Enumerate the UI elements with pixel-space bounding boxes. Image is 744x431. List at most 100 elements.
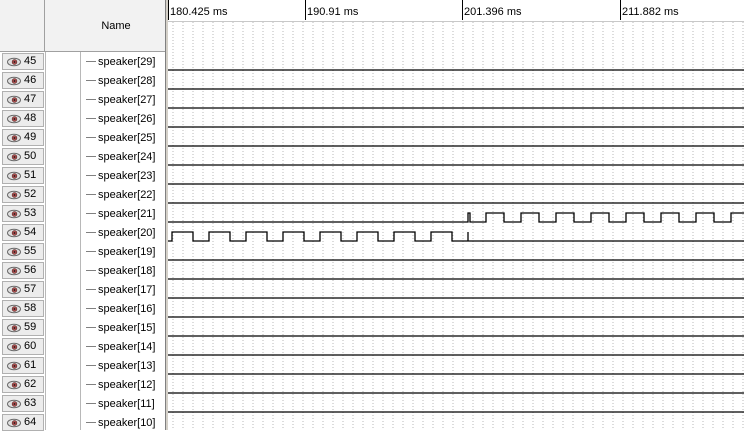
signal-name: speaker[12] — [98, 378, 156, 391]
signal-index-cell[interactable]: 55 — [2, 243, 44, 260]
eye-icon — [7, 133, 21, 142]
signal-index-cell[interactable]: 46 — [2, 72, 44, 89]
eye-icon — [7, 361, 21, 370]
signal-index: 62 — [24, 378, 37, 390]
signal-index-cell[interactable]: 56 — [2, 262, 44, 279]
signal-index-cell[interactable]: 51 — [2, 167, 44, 184]
tree-branch — [86, 384, 96, 385]
row-header-corner — [0, 0, 45, 52]
time-tick — [168, 0, 169, 20]
signal-index-cell[interactable]: 58 — [2, 300, 44, 317]
signal-name-row[interactable]: speaker[22] — [86, 186, 155, 203]
signal-name: speaker[15] — [98, 321, 156, 334]
signal-index-cell[interactable]: 54 — [2, 224, 44, 241]
eye-icon — [7, 76, 21, 85]
signal-name: speaker[16] — [98, 302, 156, 315]
signal-name-row[interactable]: speaker[21] — [86, 205, 155, 222]
timeline-ruler: 180.425 ms 190.91 ms 201.396 ms 211.882 ms — [168, 0, 744, 22]
eye-icon — [7, 304, 21, 313]
signal-name-row[interactable]: speaker[23] — [86, 167, 155, 184]
signal-name-row[interactable]: speaker[25] — [86, 129, 155, 146]
signal-name: speaker[17] — [98, 283, 156, 296]
signal-index-cell[interactable]: 52 — [2, 186, 44, 203]
signal-name-row[interactable]: speaker[11] — [86, 395, 155, 412]
time-tick — [305, 0, 306, 20]
signal-name-row[interactable]: speaker[24] — [86, 148, 155, 165]
signal-index-cell[interactable]: 49 — [2, 129, 44, 146]
eye-icon — [7, 190, 21, 199]
signal-name-row[interactable]: speaker[20] — [86, 224, 155, 241]
signal-index-cell[interactable]: 53 — [2, 205, 44, 222]
signal-index: 60 — [24, 340, 37, 352]
signal-name-row[interactable]: speaker[10] — [86, 414, 155, 431]
signal-name: speaker[24] — [98, 150, 156, 163]
signal-name-row[interactable]: speaker[13] — [86, 357, 155, 374]
signal-index-cell[interactable]: 47 — [2, 91, 44, 108]
tree-branch — [86, 156, 96, 157]
eye-icon — [7, 285, 21, 294]
signal-name: speaker[23] — [98, 169, 156, 182]
eye-icon — [7, 399, 21, 408]
signal-index-cell[interactable]: 50 — [2, 148, 44, 165]
signal-name: speaker[14] — [98, 340, 156, 353]
tree-branch — [86, 422, 96, 423]
tree-branch — [86, 346, 96, 347]
signal-index-cell[interactable]: 61 — [2, 357, 44, 374]
signal-name-row[interactable]: speaker[17] — [86, 281, 155, 298]
signal-name-row[interactable]: speaker[26] — [86, 110, 155, 127]
signal-index: 52 — [24, 188, 37, 200]
signal-name-row[interactable]: speaker[19] — [86, 243, 155, 260]
signal-name-row[interactable]: speaker[29] — [86, 53, 155, 70]
tree-branch — [86, 61, 96, 62]
eye-icon — [7, 57, 21, 66]
signal-name: speaker[28] — [98, 74, 156, 87]
eye-icon — [7, 171, 21, 180]
signal-index-cell[interactable]: 60 — [2, 338, 44, 355]
signal-index-cell[interactable]: 62 — [2, 376, 44, 393]
signal-name-row[interactable]: speaker[15] — [86, 319, 155, 336]
signal-index-cell[interactable]: 64 — [2, 414, 44, 431]
signal-list-panel: Name 45 speaker[29] 46 speaker[28] 47 speaker… — [0, 0, 165, 431]
signal-name-row[interactable]: speaker[18] — [86, 262, 155, 279]
eye-icon — [7, 418, 21, 427]
time-tick — [620, 0, 621, 20]
tree-branch — [86, 232, 96, 233]
tree-branch — [86, 175, 96, 176]
eye-icon — [7, 323, 21, 332]
tree-branch — [86, 251, 96, 252]
tree-branch — [86, 270, 96, 271]
eye-icon — [7, 342, 21, 351]
signal-name-row[interactable]: speaker[16] — [86, 300, 155, 317]
tree-branch — [86, 327, 96, 328]
tree-connector-line — [80, 52, 81, 430]
signal-index-cell[interactable]: 57 — [2, 281, 44, 298]
tree-branch — [86, 308, 96, 309]
time-label: 190.91 ms — [307, 6, 359, 18]
tree-branch — [86, 289, 96, 290]
signal-index: 58 — [24, 302, 37, 314]
signal-name: speaker[10] — [98, 416, 156, 429]
signal-name-row[interactable]: speaker[12] — [86, 376, 155, 393]
eye-icon — [7, 95, 21, 104]
signal-index-cell[interactable]: 63 — [2, 395, 44, 412]
signal-index-cell[interactable]: 59 — [2, 319, 44, 336]
eye-icon — [7, 380, 21, 389]
eye-icon — [7, 114, 21, 123]
tree-branch — [86, 365, 96, 366]
signal-index-cell[interactable]: 48 — [2, 110, 44, 127]
signal-index: 54 — [24, 226, 37, 238]
signal-index-cell[interactable]: 45 — [2, 53, 44, 70]
signal-index: 61 — [24, 359, 37, 371]
signal-name-row[interactable]: speaker[28] — [86, 72, 155, 89]
column-separator — [45, 52, 46, 430]
signal-name: speaker[27] — [98, 93, 156, 106]
tree-branch — [86, 403, 96, 404]
waveform-area[interactable] — [168, 22, 744, 430]
signal-name: speaker[20] — [98, 226, 156, 239]
eye-icon — [7, 152, 21, 161]
signal-name-row[interactable]: speaker[27] — [86, 91, 155, 108]
name-column-header[interactable]: Name — [45, 0, 165, 52]
signal-name-row[interactable]: speaker[14] — [86, 338, 155, 355]
time-label: 201.396 ms — [464, 6, 522, 18]
signal-index: 56 — [24, 264, 37, 276]
